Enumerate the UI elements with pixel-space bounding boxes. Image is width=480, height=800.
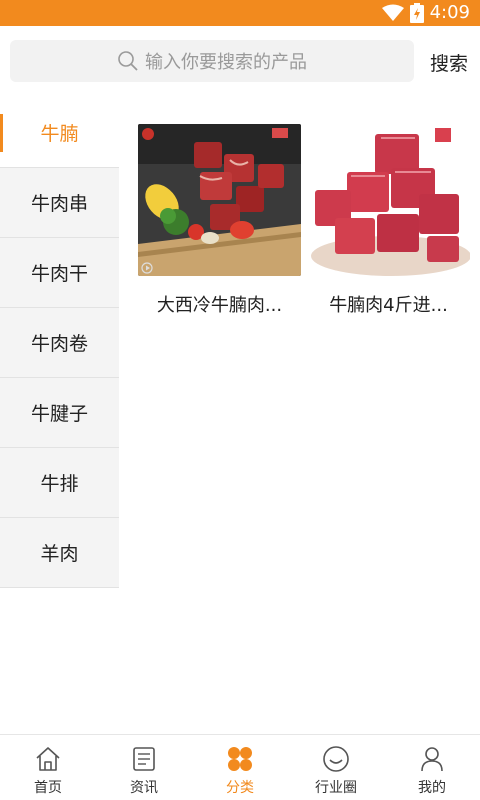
sidebar-item-steak[interactable]: 牛排 [0, 448, 119, 518]
sidebar-item-beef-shank[interactable]: 牛腱子 [0, 378, 119, 448]
product-image[interactable] [138, 124, 301, 276]
status-icons: 4:09 [381, 2, 470, 24]
battery-icon [409, 3, 424, 23]
sidebar-item-label: 羊肉 [40, 543, 79, 565]
nav-item-home[interactable]: 首页 [0, 735, 96, 800]
product-card[interactable]: 大西冷牛腩肉... [138, 124, 301, 317]
nav-item-news[interactable]: 资讯 [96, 735, 192, 800]
sidebar-item-label: 牛腩 [40, 123, 79, 145]
bottom-nav: 首页 资讯 分类 行业圈 我的 [0, 734, 480, 800]
sidebar-item-niunan[interactable]: 牛腩 [0, 98, 119, 168]
category-sidebar: 牛腩 牛肉串 牛肉干 牛肉卷 牛腱子 牛排 羊肉 [0, 98, 119, 588]
nav-label: 分类 [226, 780, 254, 796]
search-icon [118, 51, 138, 71]
search-button[interactable]: 搜索 [430, 49, 468, 76]
industry-circle-icon [323, 746, 349, 772]
sidebar-item-label: 牛肉卷 [30, 333, 88, 355]
sidebar-item-lamb[interactable]: 羊肉 [0, 518, 119, 588]
news-icon [133, 747, 155, 771]
nav-label: 资讯 [130, 780, 158, 796]
nav-label: 首页 [34, 780, 62, 796]
status-bar: 4:09 [0, 0, 480, 26]
search-placeholder: 输入你要搜索的产品 [145, 52, 307, 73]
status-time: 4:09 [429, 2, 470, 23]
nav-label: 我的 [418, 780, 446, 796]
wifi-icon [381, 4, 404, 21]
product-grid: 大西冷牛腩肉... 牛腩肉4斤进... [138, 124, 470, 317]
product-image[interactable] [307, 124, 470, 276]
nav-item-profile[interactable]: 我的 [384, 735, 480, 800]
sidebar-item-label: 牛肉干 [30, 263, 88, 285]
sidebar-item-label: 牛腱子 [30, 403, 88, 425]
sidebar-item-label: 牛肉串 [30, 193, 88, 215]
nav-label: 行业圈 [315, 780, 357, 796]
profile-icon [421, 747, 443, 772]
category-icon [228, 747, 252, 771]
nav-item-category[interactable]: 分类 [192, 735, 288, 800]
product-name[interactable]: 牛腩肉4斤进... [307, 291, 470, 317]
product-card[interactable]: 牛腩肉4斤进... [307, 124, 470, 317]
sidebar-item-label: 牛排 [40, 473, 79, 495]
product-name[interactable]: 大西冷牛腩肉... [138, 291, 301, 317]
sidebar-item-beef-skewers[interactable]: 牛肉串 [0, 168, 119, 238]
search-input[interactable]: 输入你要搜索的产品 [10, 40, 414, 82]
sidebar-item-beef-jerky[interactable]: 牛肉干 [0, 238, 119, 308]
home-icon [36, 747, 60, 771]
nav-item-industry-circle[interactable]: 行业圈 [288, 735, 384, 800]
sidebar-item-beef-rolls[interactable]: 牛肉卷 [0, 308, 119, 378]
search-row: 输入你要搜索的产品 搜索 [0, 26, 480, 98]
